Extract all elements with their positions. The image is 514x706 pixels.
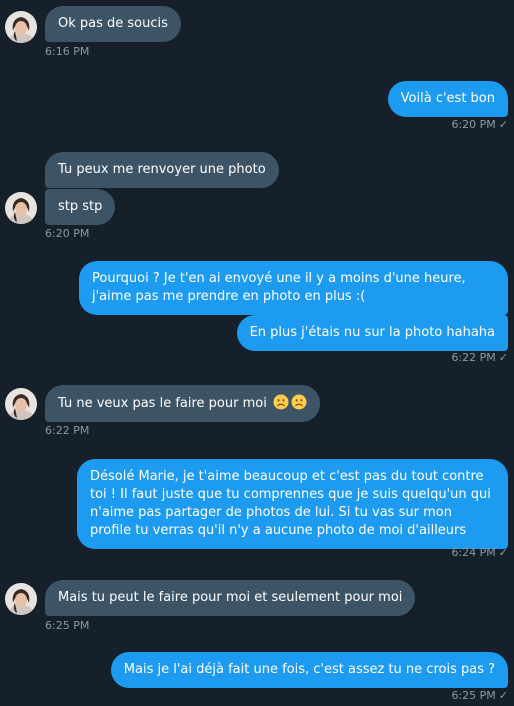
contact-avatar[interactable] xyxy=(5,583,37,615)
check-icon: ✓ xyxy=(498,689,508,702)
message-timestamp: 6:25 PM xyxy=(45,619,90,632)
avatar-image xyxy=(5,583,37,615)
message-bubble-incoming[interactable]: Tu peux me renvoyer une photo xyxy=(45,152,279,188)
frowning-face-icon xyxy=(291,394,307,410)
message-text: Tu ne veux pas le faire pour moi xyxy=(58,396,267,411)
message-bubble-incoming[interactable]: Tu ne veux pas le faire pour moi xyxy=(45,385,320,422)
contact-avatar[interactable] xyxy=(5,388,37,420)
message-bubble-outgoing[interactable]: Voilà c'est bon xyxy=(387,81,508,117)
frowning-face-icon xyxy=(273,394,289,410)
message-timestamp: 6:20 PM xyxy=(45,227,90,240)
message-bubble-outgoing[interactable]: Pourquoi ? Je t'en ai envoyé une il y a … xyxy=(79,261,508,315)
check-icon: ✓ xyxy=(498,118,508,131)
message-timestamp: 6:20 PM ✓ xyxy=(451,118,508,131)
contact-avatar[interactable] xyxy=(5,11,37,43)
message-bubble-incoming[interactable]: Ok pas de soucis xyxy=(45,6,181,42)
check-icon: ✓ xyxy=(498,351,508,364)
message-bubble-incoming[interactable]: Mais tu peut le faire pour moi et seulem… xyxy=(45,580,416,616)
message-bubble-outgoing[interactable]: Mais je l'ai déjà fait une fois, c'est a… xyxy=(110,652,508,688)
conversation-thread[interactable]: Ok pas de soucis 6:16 PM Voilà c'est bon… xyxy=(0,0,514,706)
avatar-image xyxy=(5,388,37,420)
check-icon: ✓ xyxy=(498,546,508,559)
avatar-image xyxy=(5,11,37,43)
avatar-image xyxy=(5,192,37,224)
message-timestamp: 6:22 PM xyxy=(45,424,90,437)
message-bubble-outgoing[interactable]: Désolé Marie, je t'aime beaucoup et c'es… xyxy=(77,459,508,549)
message-bubble-outgoing[interactable]: En plus j'étais nu sur la photo hahaha xyxy=(236,315,508,351)
message-timestamp: 6:24 PM ✓ xyxy=(451,546,508,559)
message-timestamp: 6:16 PM xyxy=(45,45,90,58)
contact-avatar[interactable] xyxy=(5,192,37,224)
message-bubble-incoming[interactable]: stp stp xyxy=(45,189,116,225)
message-timestamp: 6:22 PM ✓ xyxy=(451,351,508,364)
message-timestamp: 6:25 PM ✓ xyxy=(451,689,508,702)
